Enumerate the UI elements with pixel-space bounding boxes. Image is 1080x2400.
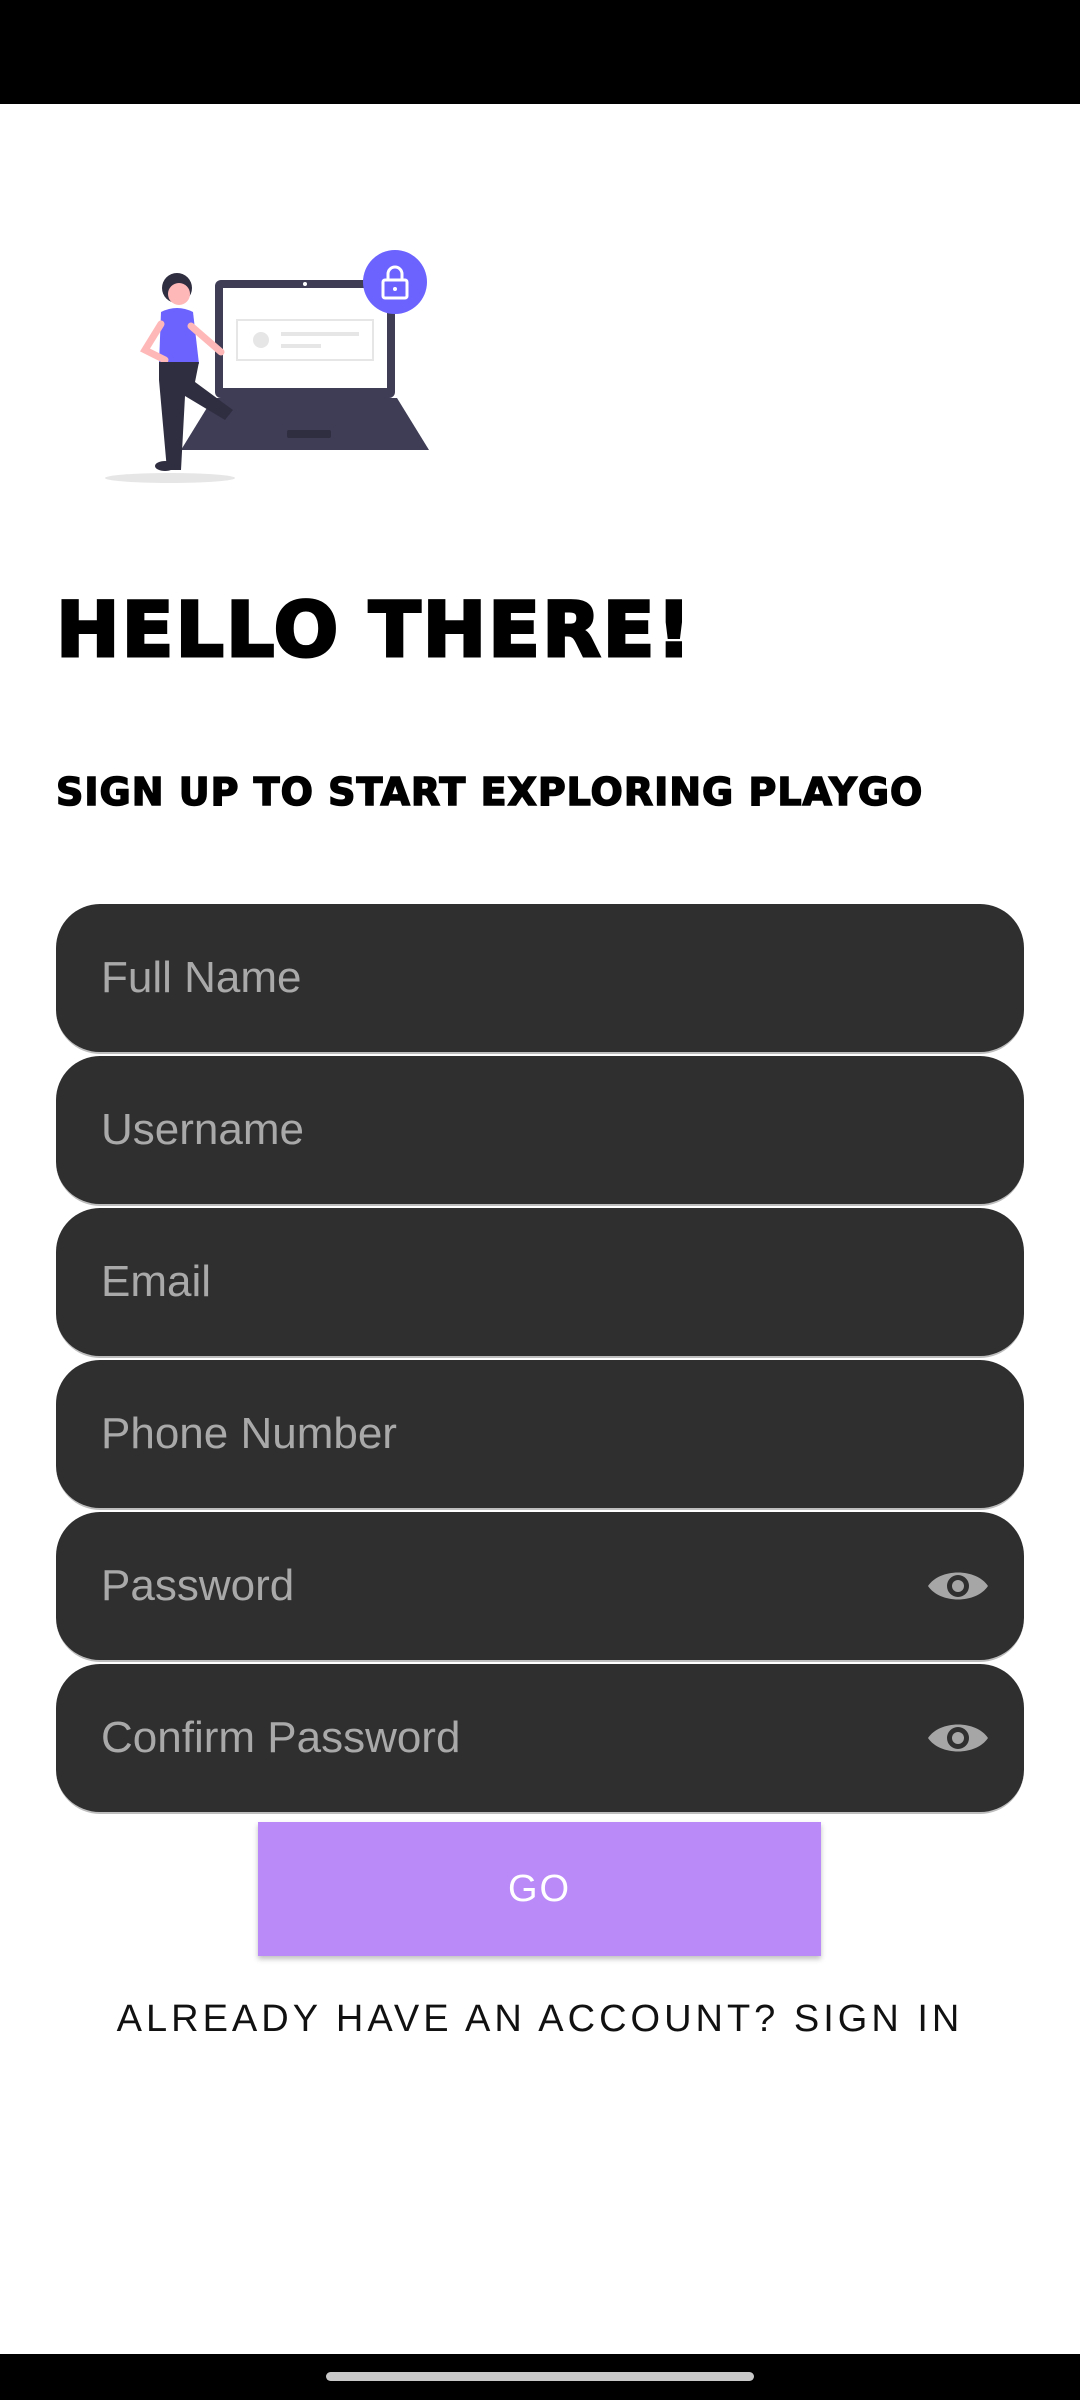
confirm-password-field-container (56, 1664, 1024, 1814)
page-title: HELLO THERE! (54, 584, 694, 676)
email-input[interactable] (56, 1208, 1024, 1356)
full-name-input[interactable] (56, 904, 1024, 1052)
navigation-bar (0, 2354, 1080, 2400)
username-input[interactable] (56, 1056, 1024, 1204)
phone-number-input[interactable] (56, 1360, 1024, 1508)
phone-field-container (56, 1360, 1024, 1510)
go-button[interactable]: GO (258, 1822, 821, 1956)
email-field-container (56, 1208, 1024, 1358)
home-indicator[interactable] (326, 2372, 754, 2381)
eye-icon[interactable] (926, 1566, 990, 1606)
confirm-password-input[interactable] (56, 1664, 1024, 1812)
page-subtitle: SIGN UP TO START EXPLORING PLAYGO (55, 769, 924, 815)
status-bar (0, 0, 1080, 104)
signup-form (56, 904, 1024, 1816)
sign-in-link[interactable]: ALREADY HAVE AN ACCOUNT? SIGN IN (0, 1998, 1080, 2041)
signup-illustration (105, 250, 429, 483)
password-field-container (56, 1512, 1024, 1662)
password-input[interactable] (56, 1512, 1024, 1660)
full-name-field-container (56, 904, 1024, 1054)
username-field-container (56, 1056, 1024, 1206)
eye-icon[interactable] (926, 1718, 990, 1758)
